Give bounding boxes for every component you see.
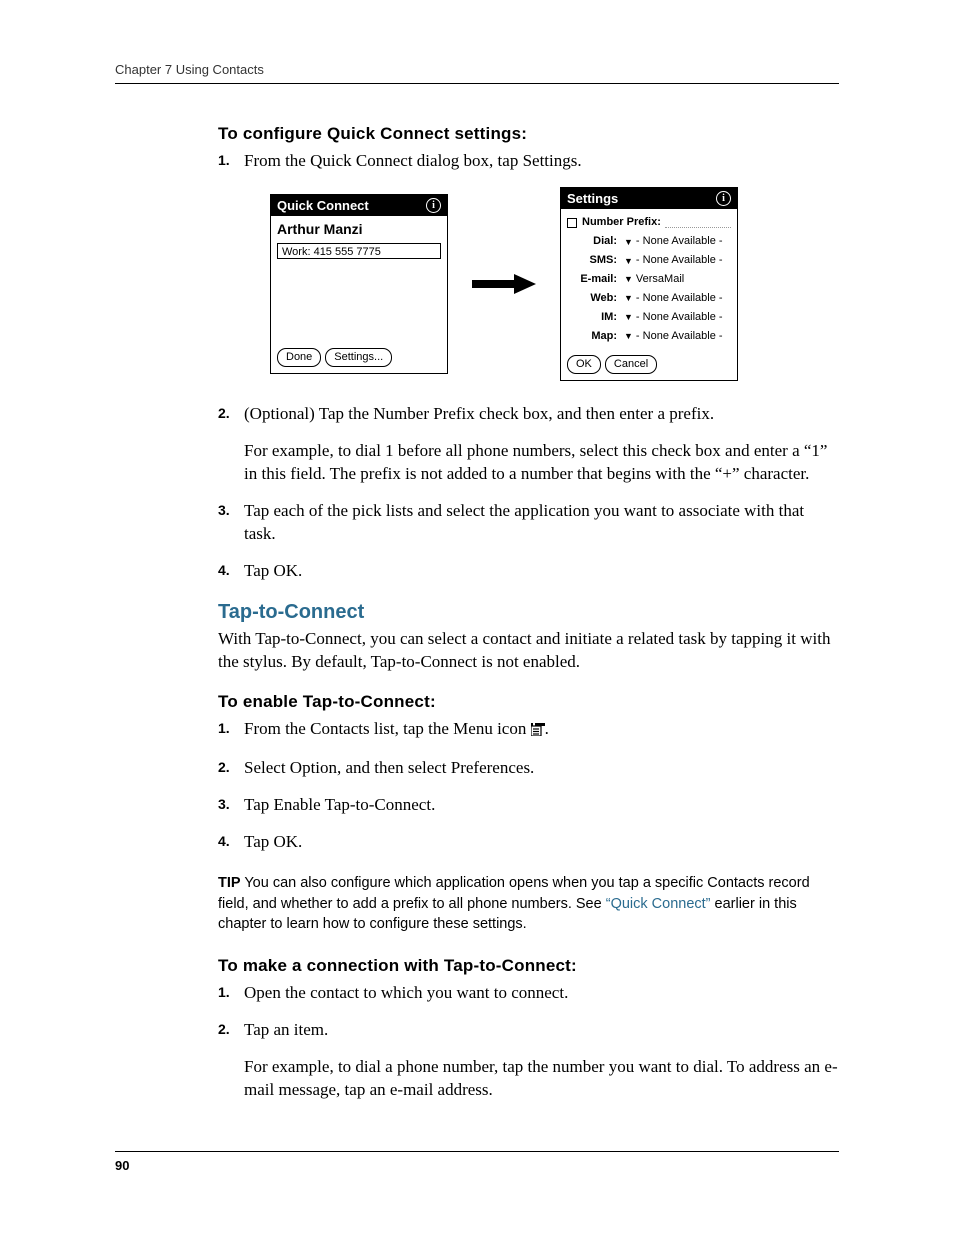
step-2-sub: For example, to dial 1 before all phone … (244, 440, 839, 486)
tip-block: TIP You can also configure which applica… (218, 873, 839, 934)
chevron-down-icon[interactable]: ▼ (621, 311, 636, 323)
step-4: Tap OK. (218, 560, 839, 583)
val-web: - None Available - (636, 291, 723, 306)
chevron-down-icon[interactable]: ▼ (621, 330, 636, 342)
subhead-enable-tap: To enable Tap-to-Connect: (218, 692, 839, 712)
make-step-2-text: Tap an item. (244, 1020, 328, 1039)
enable-step-2: Select Option, and then select Preferenc… (218, 757, 839, 780)
lbl-map: Map: (567, 329, 621, 344)
settings-button-bar: OK Cancel (561, 351, 737, 380)
menu-icon (531, 720, 545, 743)
val-im: - None Available - (636, 310, 723, 325)
qc-contact-name: Arthur Manzi (277, 220, 441, 239)
settings-body: Number Prefix: Dial: ▼ - None Available … (561, 209, 737, 351)
tap-intro: With Tap-to-Connect, you can select a co… (218, 628, 839, 674)
info-icon: i (716, 191, 731, 206)
info-icon: i (426, 198, 441, 213)
steps-make-connection: Open the contact to which you want to co… (218, 982, 839, 1102)
val-map: - None Available - (636, 329, 723, 344)
subhead-configure-qc: To configure Quick Connect settings: (218, 124, 839, 144)
lbl-dial: Dial: (567, 234, 621, 249)
qc-work-field[interactable]: Work: 415 555 7775 (277, 243, 441, 259)
number-prefix-label: Number Prefix: (582, 215, 661, 230)
val-dial: - None Available - (636, 234, 723, 249)
lbl-sms: SMS: (567, 253, 621, 268)
qc-button-bar: Done Settings... (271, 344, 447, 373)
make-step-1-text: Open the contact to which you want to co… (244, 983, 568, 1002)
enable-step-2-text: Select Option, and then select Preferenc… (244, 758, 534, 777)
chevron-down-icon[interactable]: ▼ (621, 255, 636, 267)
running-head: Chapter 7 Using Contacts (115, 62, 839, 77)
make-step-2-sub: For example, to dial a phone number, tap… (244, 1056, 839, 1102)
chevron-down-icon[interactable]: ▼ (621, 236, 636, 248)
step-1-text: From the Quick Connect dialog box, tap S… (244, 151, 582, 170)
number-prefix-checkbox[interactable] (567, 218, 577, 228)
content-column: To configure Quick Connect settings: Fro… (218, 124, 839, 1102)
row-email: E-mail: ▼ VersaMail (567, 272, 731, 287)
palm-settings: Settings i Number Prefix: Dial: ▼ (560, 187, 738, 381)
step-4-text: Tap OK. (244, 561, 302, 580)
quick-connect-link[interactable]: “Quick Connect” (606, 896, 711, 912)
row-dial: Dial: ▼ - None Available - (567, 234, 731, 249)
arrow-icon (472, 274, 536, 294)
chevron-down-icon[interactable]: ▼ (621, 273, 636, 285)
steps-enable-tap: From the Contacts list, tap the Menu ico… (218, 718, 839, 854)
steps-configure-qc: From the Quick Connect dialog box, tap S… (218, 150, 839, 583)
subhead-make-connection: To make a connection with Tap-to-Connect… (218, 956, 839, 976)
step-2: (Optional) Tap the Number Prefix check b… (218, 403, 839, 486)
page: Chapter 7 Using Contacts To configure Qu… (0, 0, 954, 1235)
number-prefix-row: Number Prefix: (567, 215, 731, 230)
qc-title: Quick Connect (277, 197, 369, 215)
step-2-text: (Optional) Tap the Number Prefix check b… (244, 404, 714, 423)
number-prefix-input[interactable] (665, 217, 731, 228)
enable-step-1-post: . (545, 719, 549, 738)
row-sms: SMS: ▼ - None Available - (567, 253, 731, 268)
heading-tap-to-connect: Tap-to-Connect (218, 601, 839, 624)
settings-title: Settings (567, 190, 618, 208)
settings-button[interactable]: Settings... (325, 348, 392, 367)
row-map: Map: ▼ - None Available - (567, 329, 731, 344)
make-step-2: Tap an item. For example, to dial a phon… (218, 1019, 839, 1102)
step-1: From the Quick Connect dialog box, tap S… (218, 150, 839, 381)
done-button[interactable]: Done (277, 348, 321, 367)
settings-titlebar: Settings i (561, 188, 737, 210)
make-step-1: Open the contact to which you want to co… (218, 982, 839, 1005)
step-3-text: Tap each of the pick lists and select th… (244, 501, 804, 543)
lbl-email: E-mail: (567, 272, 621, 287)
lbl-web: Web: (567, 291, 621, 306)
page-number: 90 (115, 1158, 839, 1173)
enable-step-1: From the Contacts list, tap the Menu ico… (218, 718, 839, 743)
enable-step-1-pre: From the Contacts list, tap the Menu ico… (244, 719, 531, 738)
step-3: Tap each of the pick lists and select th… (218, 500, 839, 546)
enable-step-4: Tap OK. (218, 831, 839, 854)
enable-step-4-text: Tap OK. (244, 832, 302, 851)
row-web: Web: ▼ - None Available - (567, 291, 731, 306)
ok-button[interactable]: OK (567, 355, 601, 374)
footer-rule (115, 1151, 839, 1152)
qc-body: Arthur Manzi Work: 415 555 7775 (271, 216, 447, 344)
header-rule (115, 83, 839, 84)
enable-step-3-text: Tap Enable Tap-to-Connect. (244, 795, 435, 814)
val-sms: - None Available - (636, 253, 723, 268)
footer: 90 (115, 1151, 839, 1173)
enable-step-3: Tap Enable Tap-to-Connect. (218, 794, 839, 817)
qc-titlebar: Quick Connect i (271, 195, 447, 217)
val-email: VersaMail (636, 272, 684, 287)
figure-qc-settings: Quick Connect i Arthur Manzi Work: 415 5… (270, 187, 839, 381)
row-im: IM: ▼ - None Available - (567, 310, 731, 325)
tip-label: TIP (218, 875, 241, 891)
chevron-down-icon[interactable]: ▼ (621, 292, 636, 304)
palm-quick-connect: Quick Connect i Arthur Manzi Work: 415 5… (270, 194, 448, 374)
cancel-button[interactable]: Cancel (605, 355, 657, 374)
lbl-im: IM: (567, 310, 621, 325)
